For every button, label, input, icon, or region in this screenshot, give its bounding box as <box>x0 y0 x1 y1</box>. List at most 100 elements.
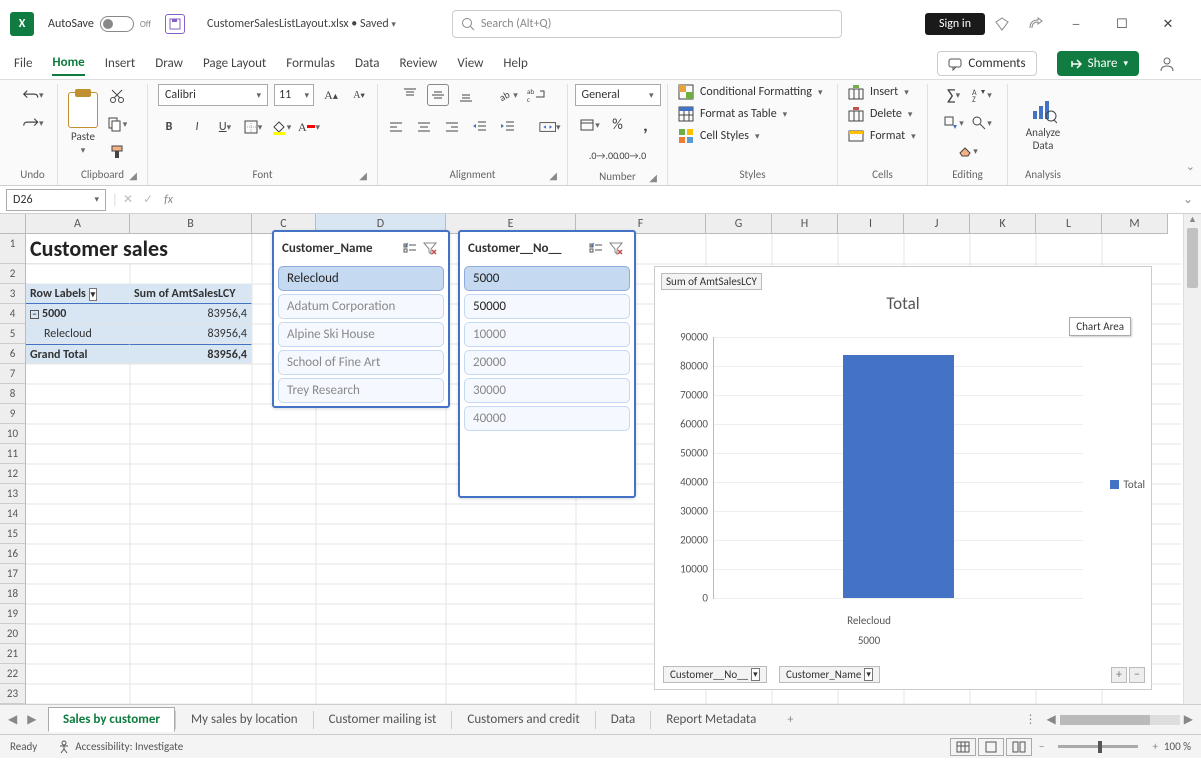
autosum-button[interactable]: ∑▾ <box>943 84 965 106</box>
pivot-row-1-label[interactable]: −5000 <box>26 304 130 324</box>
dialog-launcher-icon[interactable]: ◢ <box>649 171 657 184</box>
autosave-toggle[interactable]: AutoSave Off <box>48 16 151 32</box>
sheet-scroll-left-icon[interactable]: ◀ <box>1047 712 1056 727</box>
row-header-10[interactable]: 10 <box>0 424 25 444</box>
name-box[interactable]: D26▾ <box>6 189 106 211</box>
align-middle-button[interactable] <box>427 84 449 106</box>
sheet-tab[interactable]: My sales by location <box>176 707 313 732</box>
dialog-launcher-icon[interactable]: ◢ <box>359 169 367 182</box>
row-header-7[interactable]: 7 <box>0 364 25 384</box>
sort-filter-button[interactable]: AZ▾ <box>971 84 993 106</box>
decrease-indent-button[interactable] <box>469 116 491 138</box>
delete-cells-button[interactable]: Delete▾ <box>848 106 912 122</box>
slicer-item[interactable]: 5000 <box>464 266 630 291</box>
col-header-j[interactable]: J <box>904 214 970 233</box>
multi-select-icon[interactable] <box>400 238 420 258</box>
row-header-1[interactable]: 1 <box>0 234 25 264</box>
slicer-customer-no[interactable]: Customer__No__ 5000500001000020000300004… <box>458 230 636 498</box>
col-header-k[interactable]: K <box>970 214 1036 233</box>
sheet-tab-menu-button[interactable]: ⋮ <box>1025 712 1037 727</box>
collapse-icon[interactable]: − <box>30 310 39 319</box>
decrease-decimal-button[interactable]: .00→.0 <box>621 144 643 166</box>
increase-font-button[interactable]: A▴ <box>320 84 342 106</box>
chart-axis-field-1[interactable]: Customer__No__▾ <box>663 666 767 683</box>
accessibility-status[interactable]: Accessibility: Investigate <box>57 740 183 754</box>
font-name-select[interactable]: Calibri▾ <box>158 84 268 106</box>
percent-format-button[interactable]: % <box>607 114 629 136</box>
tab-page-layout[interactable]: Page Layout <box>203 52 266 75</box>
row-header-20[interactable]: 20 <box>0 624 25 644</box>
slicer-item[interactable]: Alpine Ski House <box>278 322 444 347</box>
page-break-view-button[interactable] <box>1006 738 1032 756</box>
user-icon[interactable] <box>1159 56 1187 72</box>
minimize-button[interactable]: ─ <box>1053 17 1099 32</box>
row-header-13[interactable]: 13 <box>0 484 25 504</box>
comments-button[interactable]: Comments <box>937 51 1036 76</box>
row-header-21[interactable]: 21 <box>0 644 25 664</box>
analyze-data-button[interactable]: Analyze Data <box>1018 96 1068 152</box>
col-header-b[interactable]: B <box>130 214 252 233</box>
dialog-launcher-icon[interactable]: ◢ <box>549 169 557 182</box>
cell-title[interactable]: Customer sales <box>26 234 252 264</box>
redo-button[interactable]: ▾ <box>22 112 44 134</box>
row-header-2[interactable]: 2 <box>0 264 25 284</box>
slicer-item[interactable]: 40000 <box>464 406 630 431</box>
slicer-item[interactable]: 50000 <box>464 294 630 319</box>
pivot-grand-total-label[interactable]: Grand Total <box>26 344 130 364</box>
search-input[interactable]: Search (Alt+Q) <box>452 10 842 38</box>
tab-data[interactable]: Data <box>355 52 380 75</box>
row-header-8[interactable]: 8 <box>0 384 25 404</box>
accounting-format-button[interactable]: ▾ <box>579 114 601 136</box>
worksheet-grid[interactable]: A B C D E F G H I J K L M 12345678910111… <box>0 214 1201 704</box>
tab-home[interactable]: Home <box>52 51 84 76</box>
row-header-12[interactable]: 12 <box>0 464 25 484</box>
zoom-level[interactable]: 100 % <box>1164 740 1191 753</box>
tab-formulas[interactable]: Formulas <box>286 52 335 75</box>
increase-decimal-button[interactable]: .0→.00 <box>593 144 615 166</box>
pivot-chart[interactable]: Sum of AmtSalesLCY Chart Area Total 0100… <box>654 266 1152 690</box>
slicer-item[interactable]: 30000 <box>464 378 630 403</box>
font-color-button[interactable]: A▾ <box>298 116 320 138</box>
row-header-3[interactable]: 3 <box>0 284 25 304</box>
format-as-table-button[interactable]: Format as Table▾ <box>678 106 787 122</box>
pivot-row-labels-header[interactable]: Row Labels ▾ <box>26 284 130 304</box>
font-size-select[interactable]: 11▾ <box>274 84 314 106</box>
chart-bar[interactable] <box>843 355 954 598</box>
filter-icon[interactable]: ▾ <box>89 288 98 301</box>
slicer-item[interactable]: Trey Research <box>278 378 444 403</box>
slicer-item[interactable]: Relecloud <box>278 266 444 291</box>
page-layout-view-button[interactable] <box>978 738 1004 756</box>
row-header-22[interactable]: 22 <box>0 664 25 684</box>
align-right-button[interactable] <box>441 116 463 138</box>
find-select-button[interactable]: ▾ <box>971 112 993 134</box>
sheet-next-button[interactable]: ▶ <box>27 712 36 727</box>
copy-button[interactable]: ▾ <box>106 113 128 135</box>
align-center-button[interactable] <box>413 116 435 138</box>
diamond-icon[interactable] <box>985 16 1019 32</box>
file-title[interactable]: CustomerSalesListLayout.xlsx • Saved ▾ <box>207 17 396 31</box>
clear-filter-icon[interactable] <box>606 238 626 258</box>
toggle-off-icon[interactable] <box>100 16 134 32</box>
row-header-23[interactable]: 23 <box>0 684 25 704</box>
col-header-m[interactable]: M <box>1102 214 1168 233</box>
row-header-14[interactable]: 14 <box>0 504 25 524</box>
chart-axis-field-2[interactable]: Customer_Name▾ <box>779 666 880 683</box>
format-painter-button[interactable] <box>106 141 128 163</box>
pivot-row-1-value[interactable]: 83956,4 <box>130 304 252 324</box>
cut-button[interactable] <box>106 85 128 107</box>
chart-expand-button[interactable]: + <box>1111 667 1127 683</box>
cell-styles-button[interactable]: Cell Styles▾ <box>678 128 760 144</box>
slicer-customer-name[interactable]: Customer_Name RelecloudAdatum Corporatio… <box>272 230 450 408</box>
scrollbar-thumb[interactable] <box>1187 228 1198 288</box>
chart-collapse-button[interactable]: − <box>1129 667 1145 683</box>
sheet-tab[interactable]: Customers and credit <box>452 707 594 732</box>
clear-button[interactable]: ▾ <box>957 140 979 162</box>
chevron-down-icon[interactable]: ▾ <box>1123 58 1128 69</box>
col-header-a[interactable]: A <box>26 214 130 233</box>
row-header-18[interactable]: 18 <box>0 584 25 604</box>
insert-cells-button[interactable]: Insert▾ <box>848 84 909 100</box>
signin-button[interactable]: Sign in <box>925 13 985 35</box>
slicer-item[interactable]: School of Fine Art <box>278 350 444 375</box>
orientation-button[interactable]: ab▾ <box>497 84 519 106</box>
borders-button[interactable]: ▾ <box>242 116 264 138</box>
